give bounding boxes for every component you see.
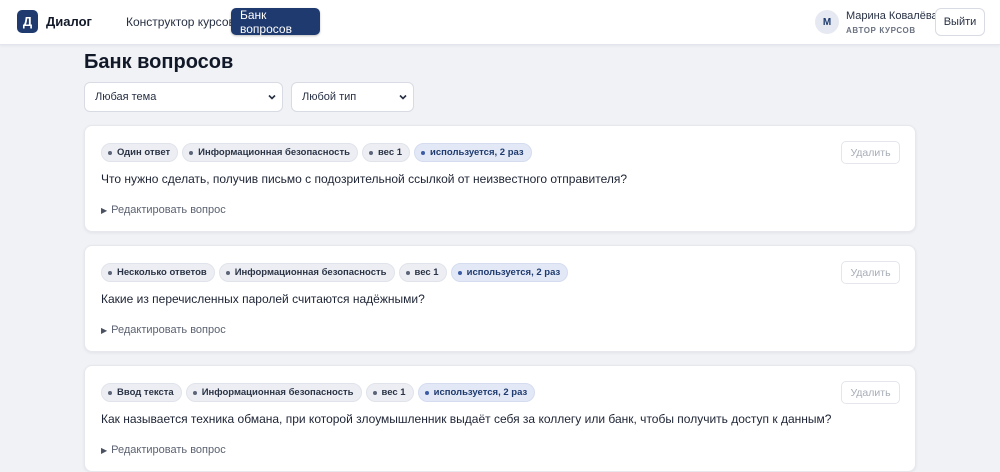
delete-button[interactable]: Удалить xyxy=(841,381,900,404)
weight-badge: вес 1 xyxy=(398,263,447,282)
weight-badge: вес 1 xyxy=(361,143,411,162)
usage-badge: используется, 2 раз xyxy=(414,143,532,162)
question-text: Какие из перечисленных паролей считаются… xyxy=(101,292,425,306)
chevron-down-icon xyxy=(268,94,276,100)
question-text: Как называется техника обмана, при котор… xyxy=(101,412,832,426)
usage-badge: используется, 2 раз xyxy=(417,383,536,402)
question-type-badge: Несколько ответов xyxy=(101,263,215,282)
question-card: Один ответ Информационная безопасность в… xyxy=(84,125,916,232)
logo-icon[interactable]: Д xyxy=(17,10,38,33)
type-filter-select[interactable]: Любой тип xyxy=(291,82,414,112)
question-tags: Несколько ответов Информационная безопас… xyxy=(101,263,569,282)
edit-question-toggle[interactable]: ▶ Редактировать вопрос xyxy=(101,444,226,456)
delete-button[interactable]: Удалить xyxy=(841,261,900,284)
caret-right-icon: ▶ xyxy=(101,445,108,455)
type-filter-value: Любой тип xyxy=(302,91,357,103)
user-role: АВТОР КУРСОВ xyxy=(846,26,916,35)
topic-badge: Информационная безопасность xyxy=(218,263,395,282)
top-navbar: Д Диалог Конструктор курсов Банк вопросо… xyxy=(0,0,1000,45)
delete-button[interactable]: Удалить xyxy=(841,141,900,164)
topic-filter-value: Любая тема xyxy=(95,91,157,103)
caret-right-icon: ▶ xyxy=(101,205,108,215)
usage-badge: используется, 2 раз xyxy=(450,263,569,282)
edit-question-toggle[interactable]: ▶ Редактировать вопрос xyxy=(101,324,226,336)
user-name: Марина Ковалёва xyxy=(846,10,938,22)
question-card: Ввод текста Информационная безопасность … xyxy=(84,365,916,472)
question-card: Несколько ответов Информационная безопас… xyxy=(84,245,916,352)
topic-filter-select[interactable]: Любая тема xyxy=(84,82,283,112)
question-tags: Ввод текста Информационная безопасность … xyxy=(101,383,536,402)
topic-badge: Информационная безопасность xyxy=(182,143,358,162)
chevron-down-icon xyxy=(399,94,407,100)
page-title: Банк вопросов xyxy=(84,51,234,73)
nav-question-bank[interactable]: Банк вопросов xyxy=(231,8,320,36)
app-name[interactable]: Диалог xyxy=(46,14,92,29)
nav-course-builder[interactable]: Конструктор курсов xyxy=(117,8,244,35)
weight-badge: вес 1 xyxy=(365,383,414,402)
logout-button[interactable]: Выйти xyxy=(935,8,985,36)
question-text: Что нужно сделать, получив письмо с подо… xyxy=(101,172,628,186)
caret-right-icon: ▶ xyxy=(101,325,108,335)
question-tags: Один ответ Информационная безопасность в… xyxy=(101,143,532,162)
question-type-badge: Ввод текста xyxy=(101,383,182,402)
edit-question-toggle[interactable]: ▶ Редактировать вопрос xyxy=(101,204,226,216)
question-type-badge: Один ответ xyxy=(101,143,179,162)
avatar[interactable]: М xyxy=(815,10,839,34)
topic-badge: Информационная безопасность xyxy=(185,383,362,402)
